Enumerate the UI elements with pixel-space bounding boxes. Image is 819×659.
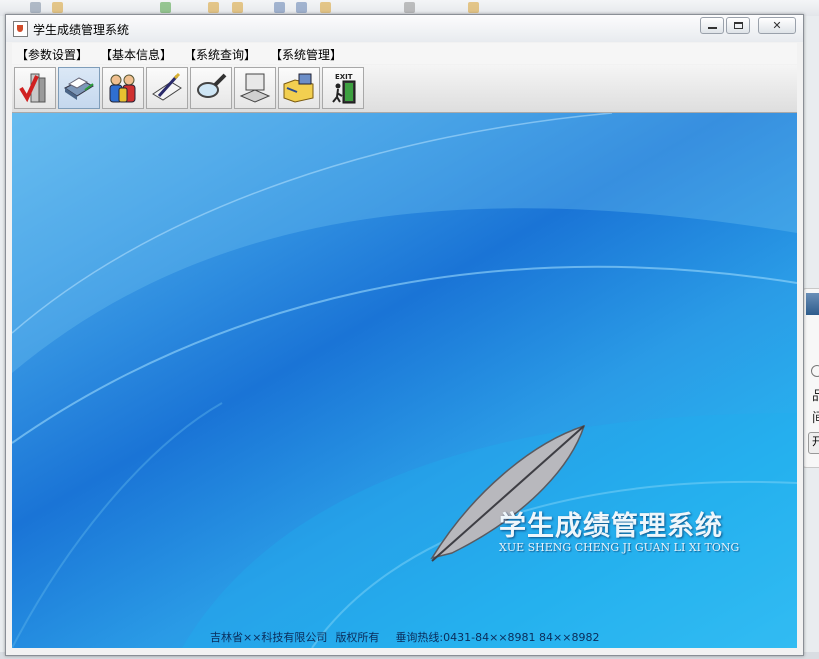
avatar-icon	[806, 293, 819, 315]
computer-icon	[239, 73, 271, 103]
footer-copyright: 吉林省××科技有限公司 版权所有 垂询热线:0431-84××8981 84××89…	[210, 629, 607, 645]
toolbar-exit-button[interactable]: EXIT	[322, 67, 364, 109]
close-button[interactable]: ✕	[758, 17, 796, 34]
wave-background	[12, 113, 797, 648]
menu-system-management[interactable]: 【系统管理】	[270, 46, 342, 63]
toolbar-computer-button[interactable]	[234, 67, 276, 109]
title-bar[interactable]: 学生成绩管理系统 ✕	[6, 15, 803, 42]
banner-title: 学生成绩管理系统	[499, 511, 723, 542]
toolbar-folder-button[interactable]	[278, 67, 320, 109]
exit-icon: EXIT	[332, 73, 356, 104]
toolbar-users-button[interactable]	[102, 67, 144, 109]
magnifier-icon	[197, 73, 227, 98]
main-window: 学生成绩管理系统 ✕ 【参数设置】 【基本信息】 【系统查询】 【系统管理】 E…	[5, 14, 804, 656]
checklist-icon	[19, 73, 46, 103]
panel-button[interactable]: 开	[808, 432, 819, 454]
menu-basic-info[interactable]: 【基本信息】	[100, 46, 172, 63]
radio-button[interactable]	[811, 365, 819, 377]
toolbar-search-button[interactable]	[190, 67, 232, 109]
banner-subtitle: XUE SHENG CHENG JI GUAN LI XI TONG	[499, 541, 740, 554]
toolbar-checklist-button[interactable]	[14, 67, 56, 109]
printer-icon	[64, 77, 95, 100]
footer-rights: 版权所有	[335, 631, 380, 644]
menu-parameter-settings[interactable]: 【参数设置】	[16, 46, 88, 63]
edit-pen-icon	[152, 72, 182, 101]
minimize-icon	[707, 27, 717, 29]
maximize-icon	[733, 22, 743, 29]
footer-company: 吉林省××科技有限公司	[210, 631, 328, 644]
background-panel: 品 间 开	[802, 288, 819, 468]
minimize-button[interactable]	[700, 17, 724, 34]
folder-network-icon	[283, 73, 314, 103]
menu-bar: 【参数设置】 【基本信息】 【系统查询】 【系统管理】	[12, 43, 797, 64]
java-app-icon	[13, 21, 28, 37]
toolbar: EXIT	[12, 65, 797, 113]
panel-text-1: 品	[812, 385, 819, 404]
footer-hotline: 垂询热线:0431-84××8981 84××8982	[395, 631, 600, 644]
maximize-button[interactable]	[726, 17, 750, 34]
window-title: 学生成绩管理系统	[33, 23, 130, 37]
panel-text-2: 间	[812, 407, 819, 426]
exit-label: EXIT	[335, 73, 353, 81]
toolbar-edit-button[interactable]	[146, 67, 188, 109]
users-icon	[109, 74, 136, 103]
toolbar-printer-button[interactable]	[58, 67, 100, 109]
menu-system-query[interactable]: 【系统查询】	[184, 46, 256, 63]
splash-background: 学生成绩管理系统 XUE SHENG CHENG JI GUAN LI XI T…	[12, 113, 797, 648]
